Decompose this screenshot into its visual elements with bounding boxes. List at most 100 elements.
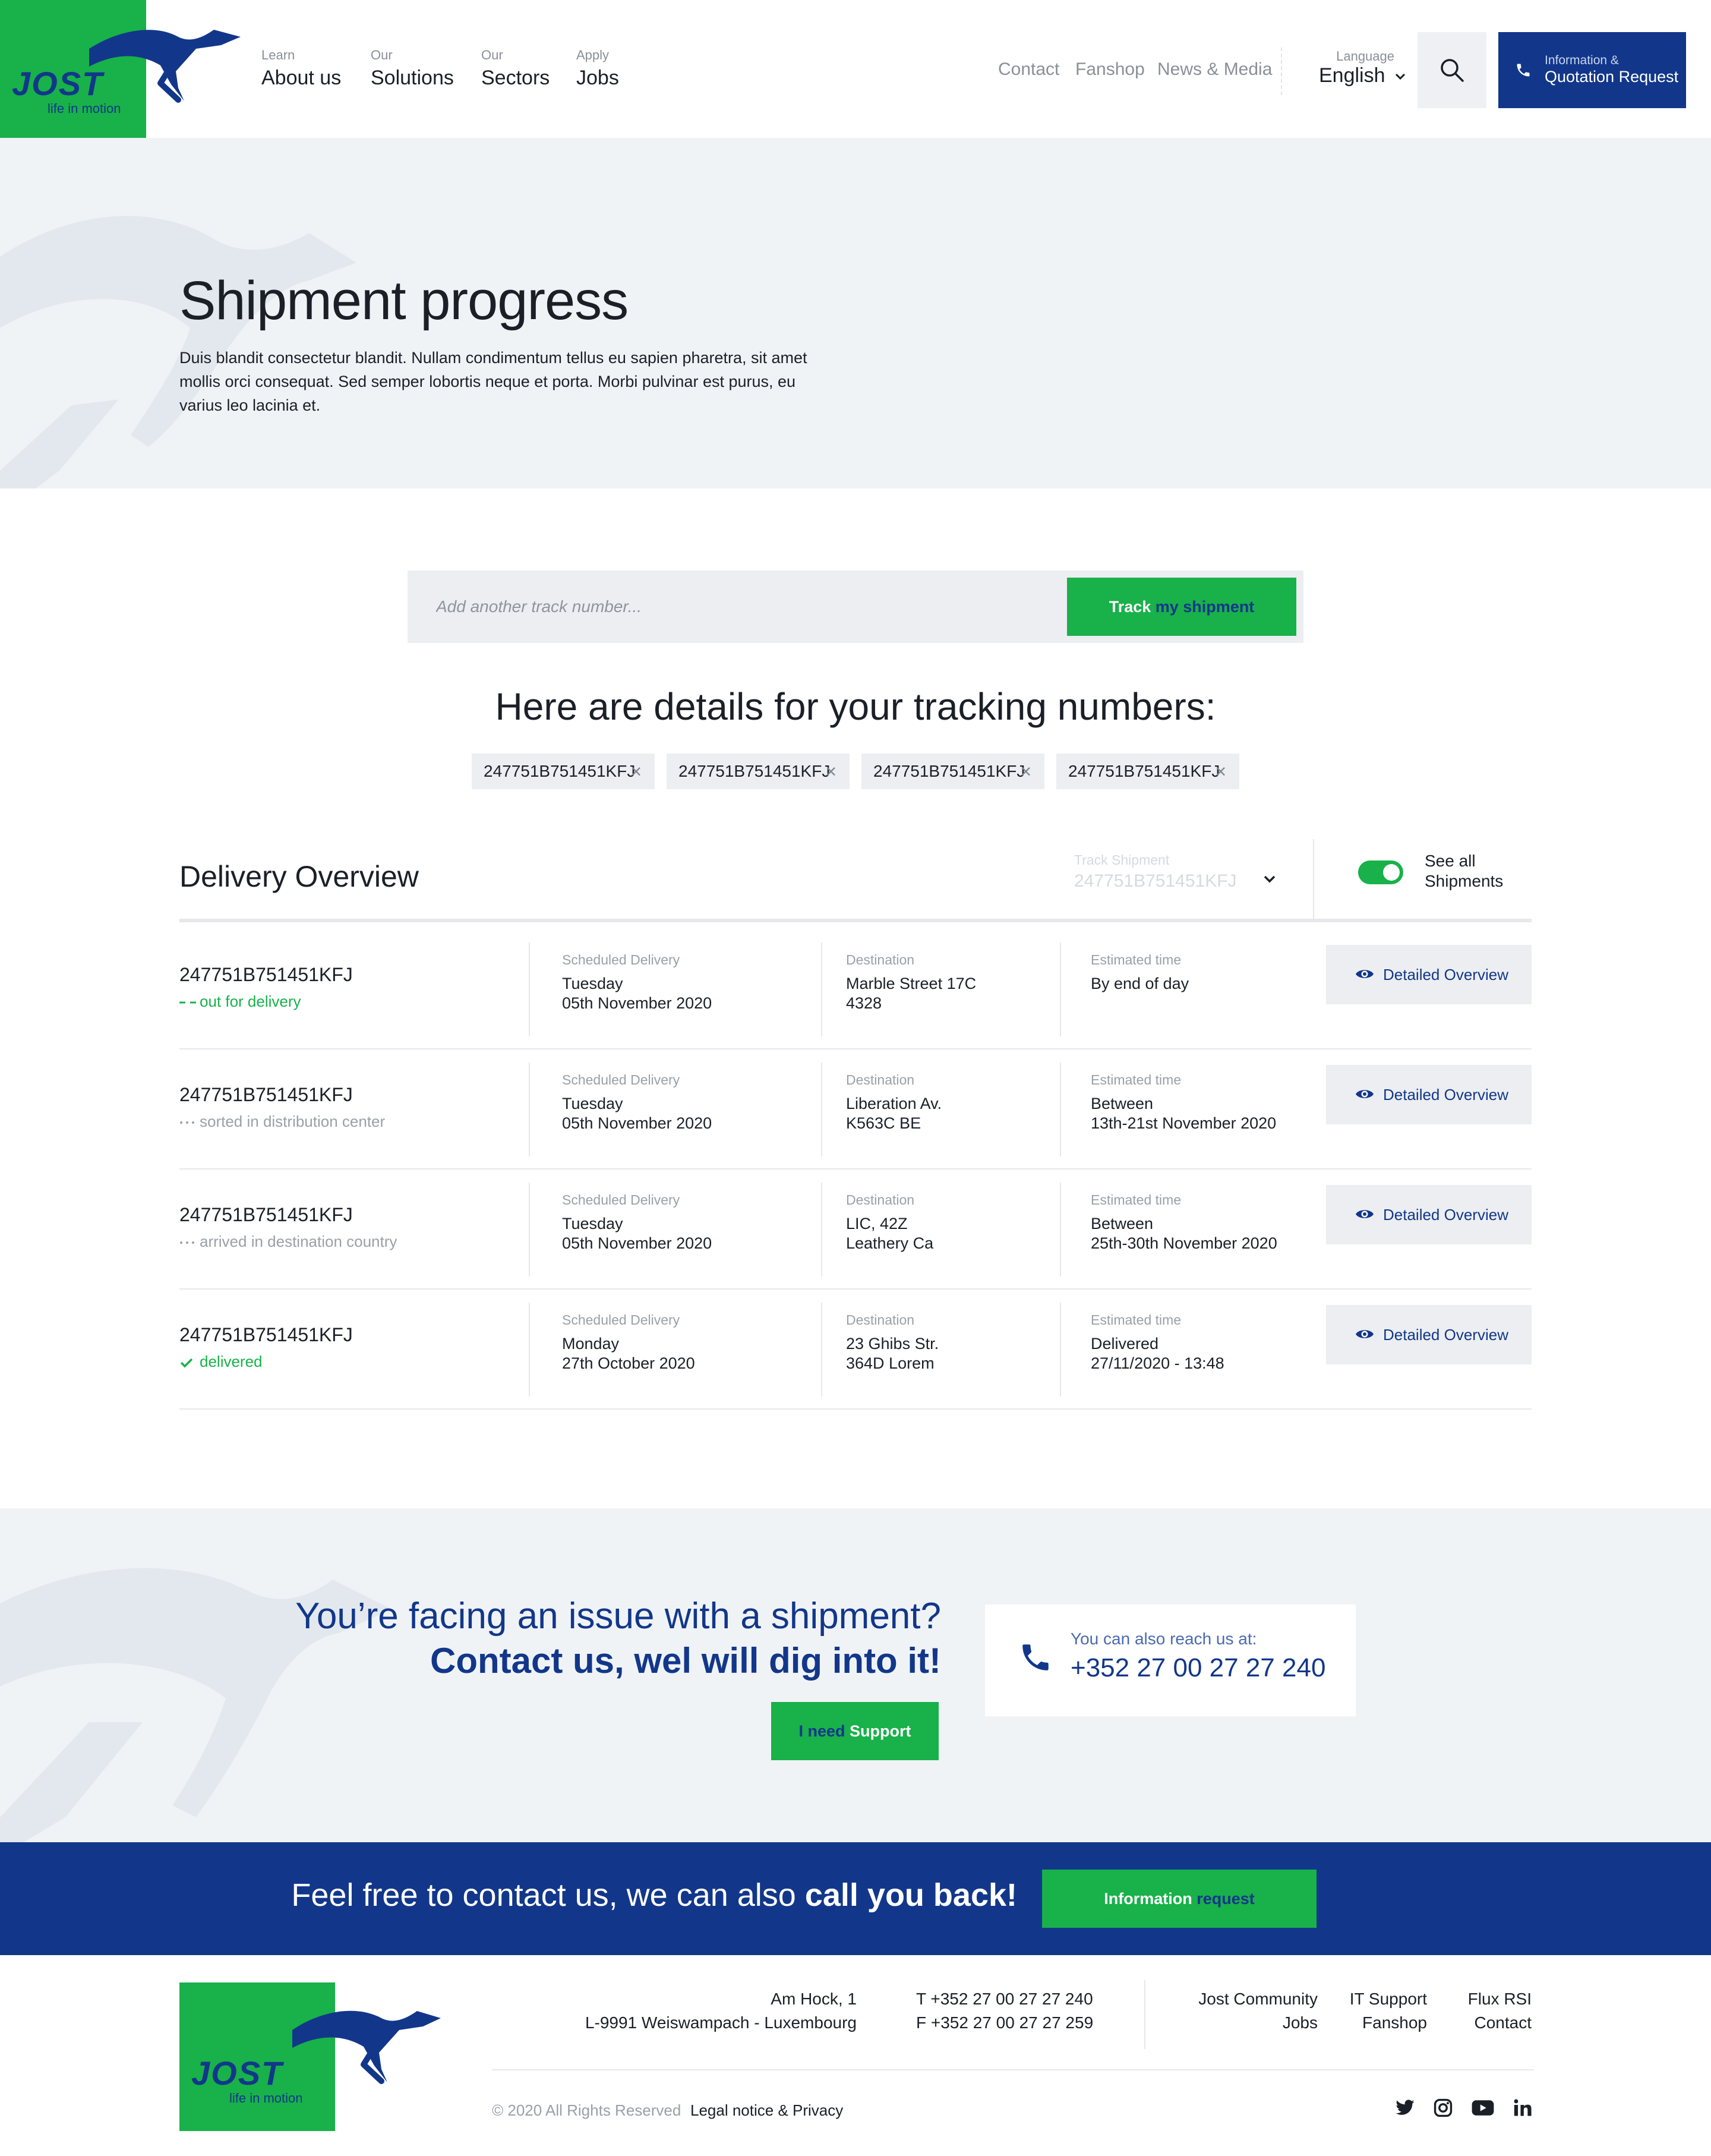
table-row: 247751B751451KFJ arrived in destination c… — [179, 1170, 1532, 1290]
nav-item-solutions[interactable]: Our Solutions — [371, 48, 454, 90]
tracking-chip: 247751B751451KFJ × — [667, 754, 850, 789]
track-form: Track my shipment — [408, 570, 1303, 643]
information-request-button[interactable]: Information request — [1042, 1870, 1317, 1928]
nav-item-about[interactable]: Learn About us — [261, 48, 341, 90]
support-button-label-1: I need — [798, 1722, 845, 1740]
search-button[interactable] — [1418, 32, 1486, 108]
linkedin-icon[interactable] — [1513, 2098, 1533, 2118]
tracking-number: 247751B751451KFJ — [179, 1084, 353, 1105]
shipment-status: arrived in destination country — [179, 1233, 397, 1251]
hero-section: Shipment progress Duis blandit consectet… — [0, 138, 1711, 488]
logo-text: JOST — [12, 65, 104, 102]
footer-logo[interactable]: JOST life in motion — [179, 1982, 441, 2131]
quote-small-label: Information & — [1545, 53, 1619, 67]
chip-label: 247751B751451KFJ — [484, 762, 636, 780]
close-icon[interactable]: × — [1215, 754, 1226, 789]
col-label: Estimated time — [1091, 1192, 1182, 1208]
nav-item-jobs[interactable]: Apply Jobs — [576, 48, 619, 90]
track-button-label-2: my shipment — [1155, 598, 1255, 616]
footer-link-flux[interactable]: Flux RSI — [1468, 1987, 1532, 2011]
dash-icon — [179, 1001, 196, 1004]
util-link-fanshop[interactable]: Fanshop — [1075, 59, 1145, 80]
footer-links-1: Jost Community Jobs — [1198, 1987, 1318, 2035]
close-icon[interactable]: × — [825, 754, 836, 789]
twitter-icon[interactable] — [1395, 2098, 1415, 2118]
tracking-number: 247751B751451KFJ — [179, 964, 353, 985]
support-heading: You’re facing an issue with a shipment? — [295, 1596, 941, 1637]
callback-text-light: Feel free to contact us, we can also — [291, 1877, 805, 1913]
util-link-contact[interactable]: Contact — [998, 59, 1059, 80]
track-number-input[interactable] — [408, 570, 1061, 643]
close-icon[interactable]: × — [630, 754, 642, 789]
need-support-button[interactable]: I need Support — [771, 1702, 939, 1760]
nav-small-label: Apply — [576, 48, 610, 62]
footer-link-jobs[interactable]: Jobs — [1198, 2011, 1318, 2035]
support-button-label-2: Support — [850, 1722, 911, 1740]
sched-day: Tuesday — [562, 975, 623, 992]
legal-link[interactable]: Legal notice & Privacy — [690, 2101, 843, 2120]
close-icon[interactable]: × — [1020, 754, 1031, 789]
info-button-label-2: request — [1197, 1890, 1255, 1908]
chevron-down-icon[interactable] — [1262, 874, 1277, 884]
scheduled-delivery: Scheduled Delivery Tuesday 05th November 2… — [562, 1072, 712, 1133]
dest-line-1: 23 Ghibs Str. — [846, 1335, 939, 1353]
col-label: Estimated time — [1091, 952, 1182, 967]
see-all-label: See all Shipments — [1425, 852, 1504, 890]
hero-description: Duis blandit consectetur blandit. Nullam… — [179, 349, 807, 414]
col-label: Estimated time — [1091, 1312, 1182, 1328]
instagram-icon[interactable] — [1433, 2098, 1453, 2118]
copyright: © 2020 All Rights Reserved — [492, 2101, 681, 2119]
site-footer: JOST life in motion Am Hock, 1 L-9991 We… — [0, 1955, 1711, 2156]
language-label: Language — [1336, 49, 1394, 64]
divider — [529, 1183, 530, 1276]
quotation-request-button[interactable]: Information & Quotation Request — [1498, 32, 1686, 108]
track-shipment-button[interactable]: Track my shipment — [1067, 578, 1296, 636]
footer-address: Am Hock, 1 L-9991 Weiswampach - Luxembou… — [585, 1987, 857, 2035]
destination: Destination LIC, 42Z Leathery Ca — [846, 1192, 933, 1253]
util-link-news[interactable]: News & Media — [1157, 59, 1272, 80]
est-line-1: Between — [1091, 1215, 1154, 1233]
logo-text: JOST — [191, 2054, 283, 2092]
sched-day: Monday — [562, 1335, 620, 1353]
divider — [179, 919, 1532, 922]
see-all-toggle[interactable] — [1358, 860, 1403, 884]
divider — [1313, 839, 1314, 919]
logo-tagline: life in motion — [48, 101, 121, 116]
check-icon — [180, 1358, 193, 1368]
est-line-2: 25th-30th November 2020 — [1091, 1234, 1277, 1252]
dest-line-1: Liberation Av. — [846, 1095, 942, 1112]
toggle-knob — [1383, 864, 1400, 881]
detailed-overview-button[interactable]: Detailed Overview — [1326, 945, 1532, 1004]
jost-logo[interactable]: JOST life in motion — [0, 0, 241, 138]
chevron-down-icon — [1395, 73, 1406, 80]
detailed-overview-button[interactable]: Detailed Overview — [1326, 1305, 1532, 1364]
reach-phone[interactable]: +352 27 00 27 27 240 — [1071, 1653, 1325, 1683]
button-label: Detailed Overview — [1383, 1086, 1508, 1104]
footer-link-fanshop[interactable]: Fanshop — [1350, 2011, 1427, 2035]
divider — [821, 943, 822, 1036]
footer-link-contact[interactable]: Contact — [1468, 2011, 1532, 2035]
dest-line-2: 364D Lorem — [846, 1354, 935, 1372]
status-text: arrived in destination country — [200, 1233, 397, 1250]
track-shipment-select[interactable]: 247751B751451KFJ — [1074, 871, 1237, 891]
nav-small-label: Learn — [261, 48, 295, 62]
est-line-2: 13th-21st November 2020 — [1091, 1114, 1277, 1132]
footer-link-it-support[interactable]: IT Support — [1350, 1987, 1427, 2011]
col-label: Destination — [846, 1192, 915, 1208]
detailed-overview-button[interactable]: Detailed Overview — [1326, 1185, 1532, 1244]
footer-links-3: Flux RSI Contact — [1468, 1987, 1532, 2035]
chip-label: 247751B751451KFJ — [678, 762, 831, 780]
support-section: You’re facing an issue with a shipment? … — [0, 1508, 1711, 1842]
footer-phone[interactable]: T +352 27 00 27 27 240 — [916, 1987, 1093, 2011]
footer-link-community[interactable]: Jost Community — [1198, 1987, 1318, 2011]
youtube-icon[interactable] — [1471, 2098, 1495, 2118]
nav-item-sectors[interactable]: Our Sectors — [481, 48, 550, 90]
detailed-overview-button[interactable]: Detailed Overview — [1326, 1065, 1532, 1124]
track-button-label-1: Track — [1109, 598, 1151, 616]
est-line-1: Between — [1091, 1095, 1154, 1112]
col-label: Destination — [846, 1072, 915, 1088]
language-selector[interactable]: English — [1319, 64, 1406, 87]
sched-date: 05th November 2020 — [562, 994, 712, 1012]
scheduled-delivery: Scheduled Delivery Tuesday 05th November 2… — [562, 952, 712, 1013]
destination: Destination Liberation Av. K563C BE — [846, 1072, 942, 1133]
